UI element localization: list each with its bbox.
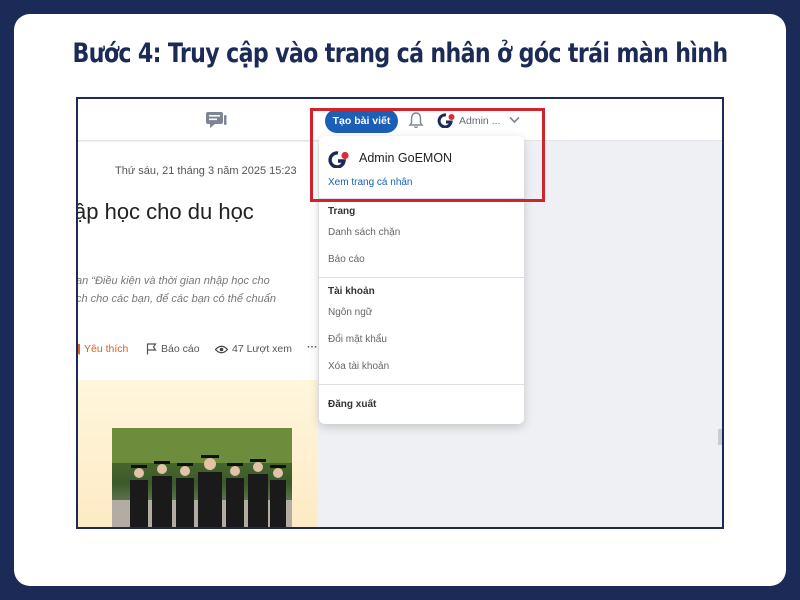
more-options-button[interactable]: ···	[307, 341, 318, 353]
menu-item-logout[interactable]: Đăng xuất	[328, 399, 376, 410]
views-label: 47 Lượt xem	[232, 343, 293, 355]
graduation-illustration	[112, 428, 292, 527]
like-button[interactable]: Yêu thích	[78, 343, 129, 355]
menu-section-account: Tài khoản	[328, 286, 375, 297]
eye-icon	[215, 345, 228, 353]
menu-section-page: Trang	[328, 206, 356, 217]
report-label: Báo cáo	[161, 343, 200, 355]
menu-item-reports[interactable]: Báo cáo	[328, 254, 365, 265]
menu-item-language[interactable]: Ngôn ngữ	[328, 307, 373, 318]
article-date: Thứ sáu, 21 tháng 3 năm 2025 15:23	[115, 165, 297, 177]
chat-icon[interactable]	[205, 111, 227, 129]
menu-item-delete-account[interactable]: Xóa tài khoản	[328, 361, 389, 372]
excerpt-line: an “Điều kiện và thời gian nhập học cho	[76, 275, 270, 287]
flag-icon	[146, 343, 157, 355]
article-excerpt: an “Điều kiện và thời gian nhập học cho …	[76, 272, 276, 308]
article-title: ập học cho du học	[76, 199, 254, 224]
menu-item-blocked-list[interactable]: Danh sách chặn	[328, 227, 400, 238]
step-heading: Bước 4: Truy cập vào trang cá nhân ở góc…	[72, 38, 728, 69]
menu-divider	[319, 277, 524, 278]
excerpt-line: ch cho các bạn, để các bạn có thể chuẩn	[76, 293, 276, 305]
scrollbar-handle[interactable]	[718, 429, 722, 445]
bookmark-icon	[78, 343, 80, 355]
menu-divider	[319, 384, 524, 385]
menu-item-change-password[interactable]: Đổi mật khẩu	[328, 334, 387, 345]
app-screenshot: Tạo bài viết Admin ... Thứ sáu, 21 tháng…	[76, 97, 724, 529]
highlight-box	[310, 108, 545, 202]
view-count: 47 Lượt xem	[215, 343, 292, 355]
article-panel: Thứ sáu, 21 tháng 3 năm 2025 15:23 ập họ…	[76, 142, 318, 527]
graduation-photo	[112, 428, 292, 527]
like-label: Yêu thích	[84, 343, 129, 355]
report-button[interactable]: Báo cáo	[146, 343, 200, 355]
